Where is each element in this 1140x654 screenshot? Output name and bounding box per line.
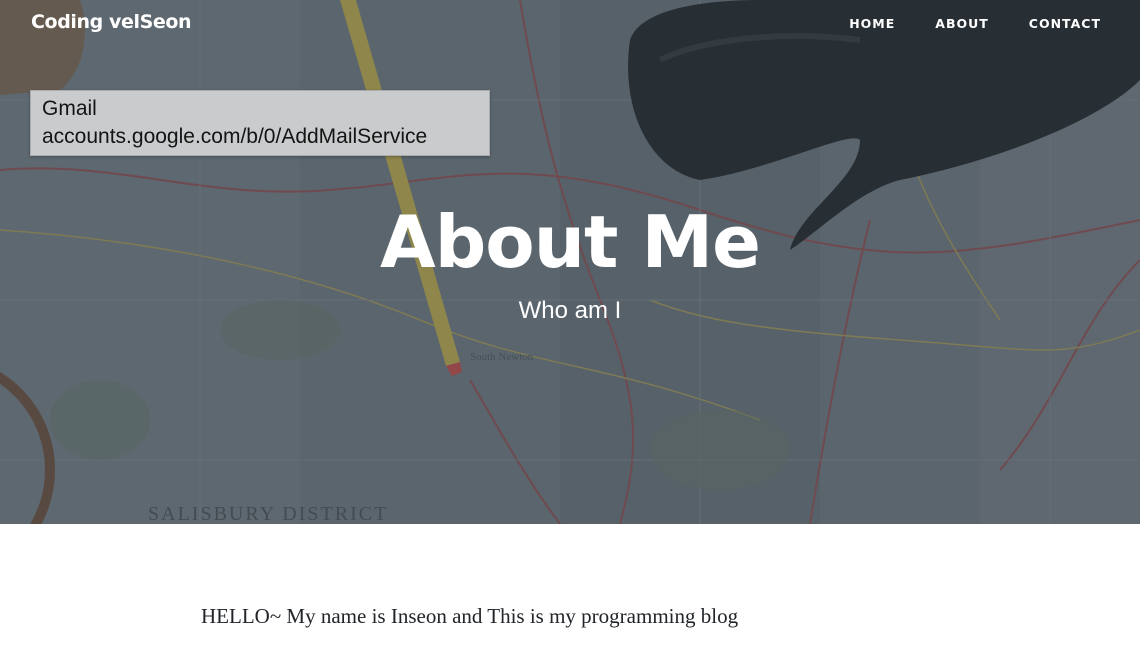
tooltip-title: Gmail <box>42 97 97 120</box>
intro-paragraph: HELLO~ My name is Inseon and This is my … <box>201 604 739 628</box>
nav-about-link[interactable]: ABOUT <box>935 16 989 31</box>
masthead-header: South Newton SALISBURY DISTRICT Coding v… <box>0 0 1140 524</box>
tooltip-url: accounts.google.com/b/0/AddMailService <box>42 125 428 148</box>
nav-contact-link[interactable]: CONTACT <box>1029 16 1101 31</box>
nav-home-link[interactable]: HOME <box>849 16 895 31</box>
site-brand-link[interactable]: Coding velSeon <box>31 11 192 33</box>
top-navbar: Coding velSeon HOME ABOUT CONTACT <box>0 0 1140 48</box>
main-content: HELLO~ My name is Inseon and This is my … <box>0 524 1140 654</box>
link-tooltip: Gmail accounts.google.com/b/0/AddMailSer… <box>30 90 490 156</box>
page-title: About Me <box>380 200 761 284</box>
nav-links: HOME ABOUT CONTACT <box>809 16 1101 31</box>
page-subtitle: Who am I <box>518 297 622 324</box>
